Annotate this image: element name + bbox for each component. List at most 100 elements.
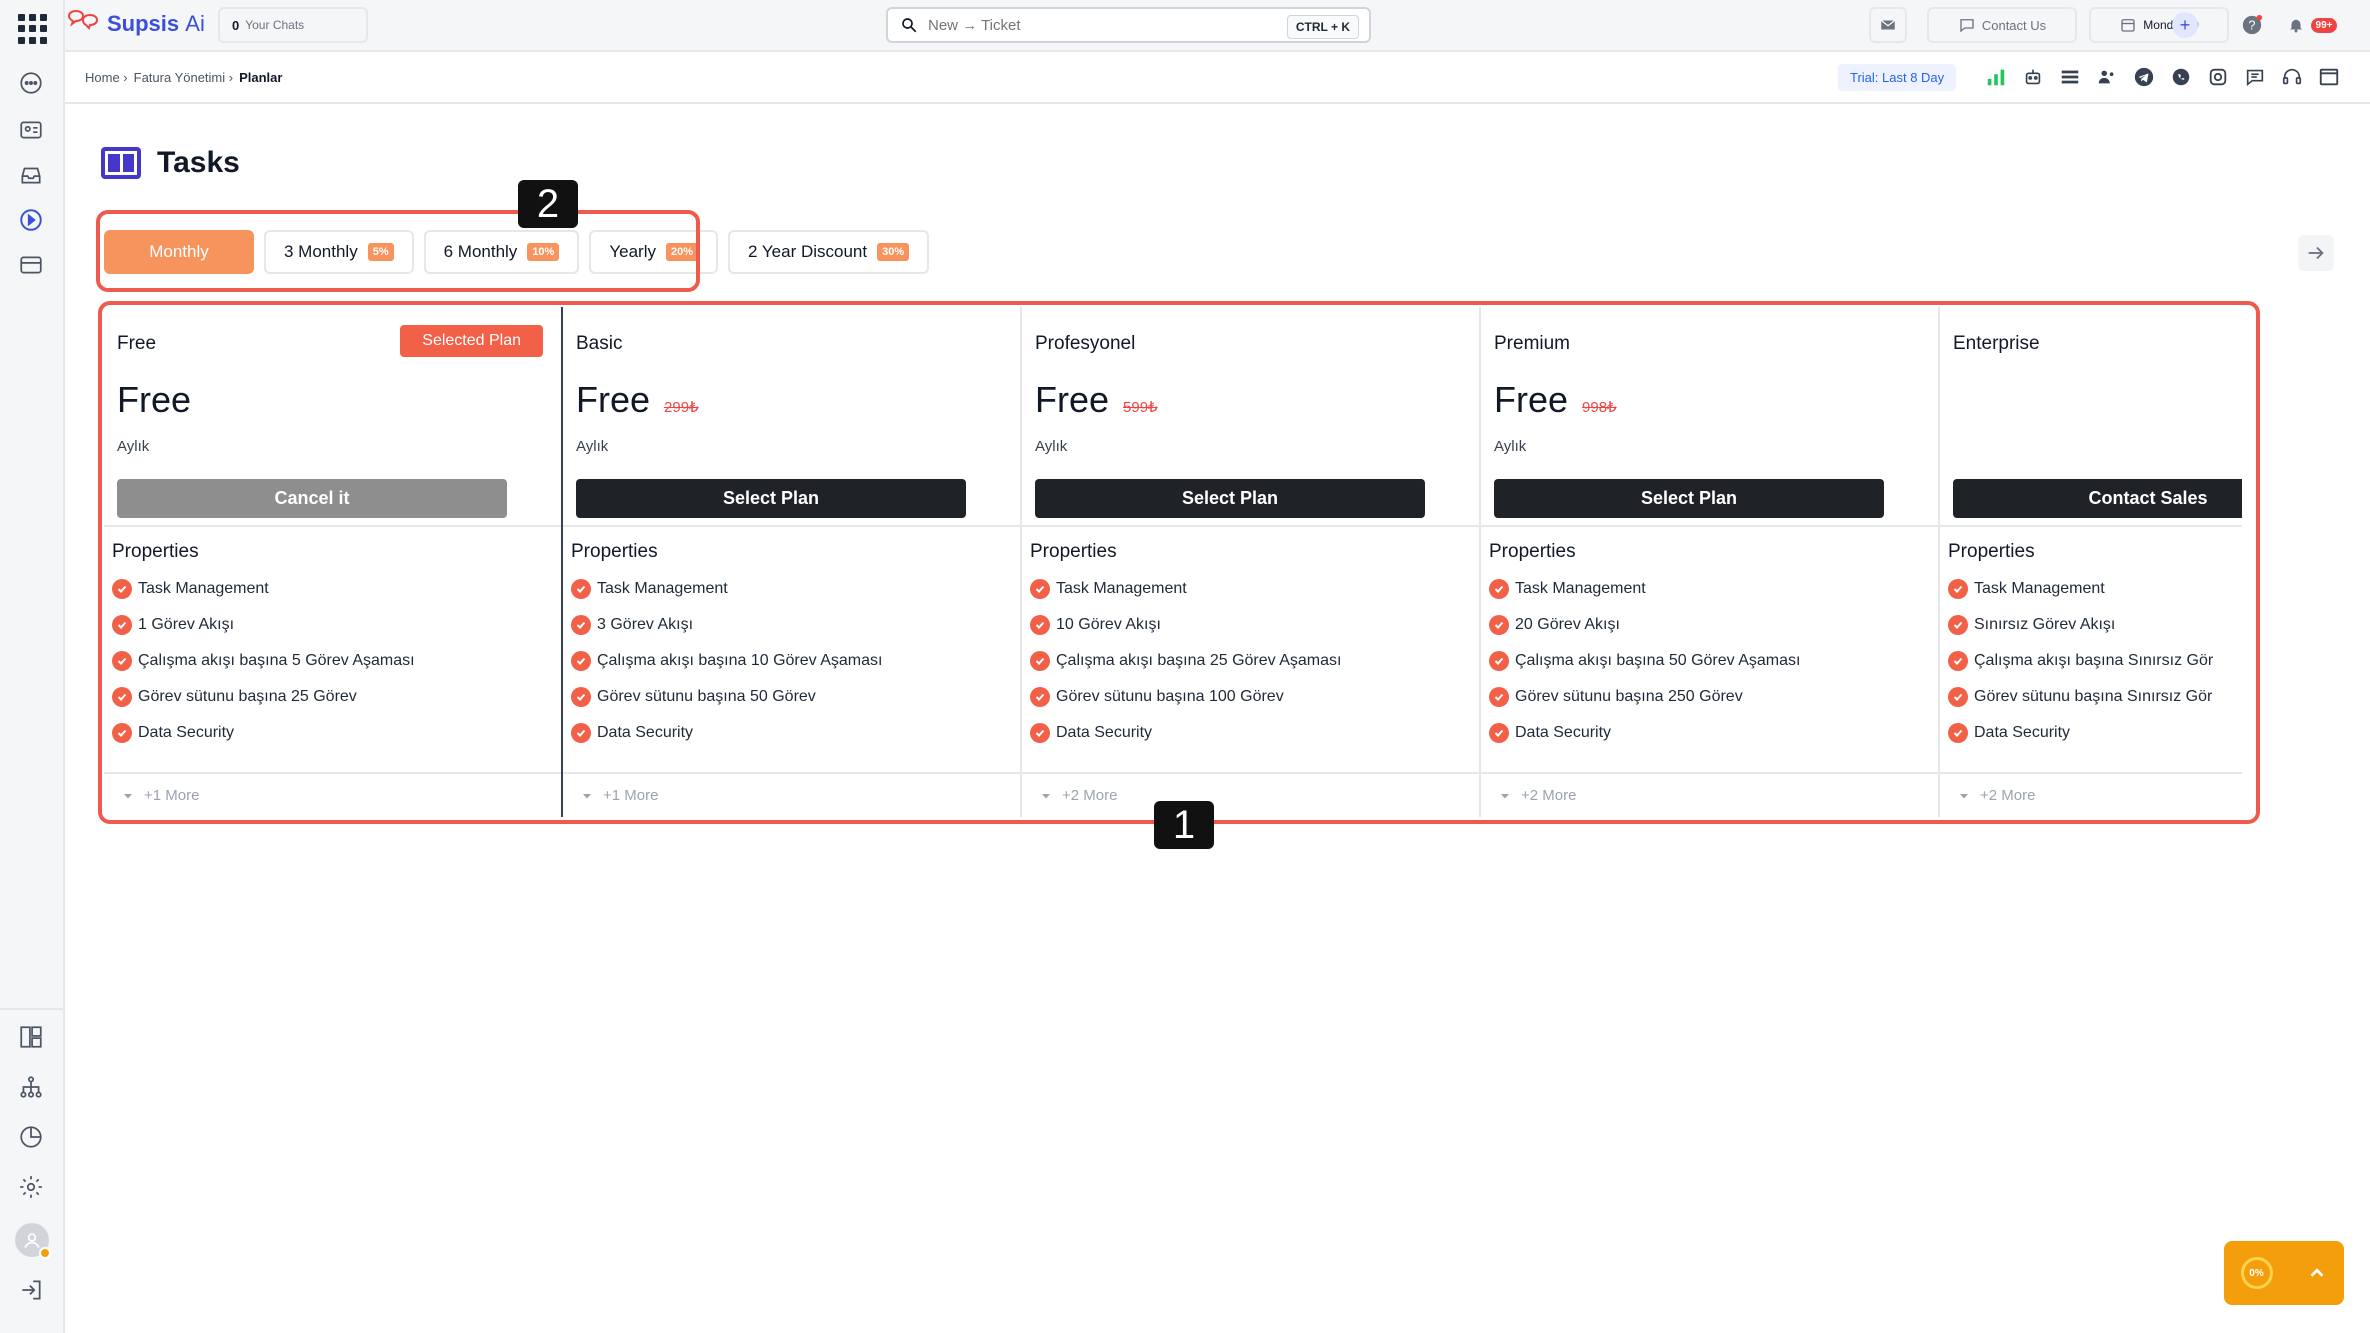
logout-icon[interactable]: [16, 1275, 46, 1305]
properties-heading: Properties: [1030, 541, 1117, 562]
calendar-button[interactable]: Monday 9: [2089, 7, 2229, 43]
plan-card: Enterprise Contact Sales Properties Task…: [1940, 307, 2242, 817]
discount-badge: 30%: [877, 243, 910, 261]
channel-icons: [1983, 64, 2342, 90]
breadcrumb-current: Planlar: [239, 70, 283, 85]
chevron-up-icon[interactable]: [2306, 1262, 2328, 1284]
chat-icon[interactable]: [16, 68, 46, 98]
discount-badge: 10%: [527, 243, 560, 261]
check-icon: [1948, 723, 1968, 743]
app-name: Supsis Ai: [107, 11, 205, 36]
trial-badge[interactable]: Trial: Last 8 Day: [1838, 64, 1957, 91]
properties-heading: Properties: [1948, 541, 2035, 562]
breadcrumb-home[interactable]: Home ›: [85, 70, 128, 85]
window-icon[interactable]: [2316, 64, 2342, 90]
plan-property: Görev sütunu başına 250 Görev: [1489, 679, 1930, 715]
plan-header: Free Selected Plan Free Aylık Cancel it: [104, 307, 561, 527]
bot-icon[interactable]: [2020, 64, 2046, 90]
scroll-right-button[interactable]: [2298, 235, 2334, 271]
bell-icon: [2289, 19, 2302, 33]
sms-icon[interactable]: [2242, 64, 2268, 90]
page-title: Tasks: [157, 146, 240, 179]
mail-icon[interactable]: [1869, 7, 1907, 43]
signal-bars-icon[interactable]: [1983, 64, 2009, 90]
support-headset-icon[interactable]: [2279, 64, 2305, 90]
notifications-badge: 99+: [2310, 17, 2338, 33]
property-label: Data Security: [138, 724, 235, 741]
notifications-button[interactable]: 99+: [2277, 7, 2347, 43]
app-logo[interactable]: Supsis Ai: [65, 10, 205, 38]
tab-label: 3 Monthly: [284, 242, 358, 261]
property-label: Sınırsız Görev Akışı: [1974, 616, 2116, 633]
check-icon: [571, 615, 591, 635]
contacts-icon[interactable]: [16, 115, 46, 145]
select-plan-button[interactable]: Select Plan: [1494, 479, 1884, 518]
search-input[interactable]: [928, 16, 1258, 34]
show-more-toggle[interactable]: +2 More: [1022, 772, 1479, 817]
property-label: Görev sütunu başına 250 Görev: [1515, 688, 1743, 705]
org-chart-icon[interactable]: [16, 1072, 46, 1102]
plan-property: Görev sütunu başına Sınırsız Gör: [1948, 679, 2242, 715]
layout-icon[interactable]: [16, 1022, 46, 1052]
team-icon[interactable]: [2094, 64, 2120, 90]
check-icon: [1030, 723, 1050, 743]
whatsapp-icon[interactable]: [2168, 64, 2194, 90]
settings-gear-icon[interactable]: [16, 1172, 46, 1202]
tab-6-monthly[interactable]: 6 Monthly 10%: [423, 230, 580, 274]
add-event-icon[interactable]: +: [2172, 12, 2198, 38]
progress-ring: 0%: [2240, 1257, 2273, 1289]
apps-grid-icon[interactable]: [18, 14, 48, 44]
avatar[interactable]: [15, 1223, 51, 1259]
list-icon[interactable]: [2057, 64, 2083, 90]
property-label: Görev sütunu başına 25 Görev: [138, 688, 357, 705]
contact-us-label: Contact Us: [1981, 17, 2047, 33]
plan-property: Task Management: [1030, 571, 1471, 607]
show-more-toggle[interactable]: +2 More: [1940, 772, 2242, 817]
your-chats-counter[interactable]: 0 Your Chats: [218, 7, 368, 43]
property-label: 20 Görev Akışı: [1515, 616, 1620, 633]
plan-price: Free: [117, 379, 191, 421]
plan-property: 10 Görev Akışı: [1030, 607, 1471, 643]
tasks-board-icon: [101, 147, 141, 179]
contact-us-button[interactable]: Contact Us: [1927, 7, 2077, 43]
tab-monthly[interactable]: Monthly: [104, 230, 254, 274]
more-label: +2 More: [1062, 787, 1118, 804]
plan-period: Aylık: [1035, 438, 1068, 455]
check-icon: [571, 579, 591, 599]
plan-card: Profesyonel Free 599₺ Aylık Select Plan …: [1022, 307, 1481, 817]
show-more-toggle[interactable]: +2 More: [1481, 772, 1938, 817]
show-more-toggle[interactable]: +1 More: [104, 772, 561, 817]
plan-property: Task Management: [112, 571, 553, 607]
help-icon[interactable]: ?: [2235, 7, 2269, 43]
tab-3-monthly[interactable]: 3 Monthly 5%: [264, 230, 414, 274]
contact-sales-button[interactable]: Contact Sales: [1953, 479, 2242, 518]
breadcrumb-billing[interactable]: Fatura Yönetimi ›: [134, 70, 233, 85]
svg-text:?: ?: [2248, 18, 2255, 33]
property-label: Çalışma akışı başına 10 Görev Aşaması: [597, 652, 883, 669]
play-circle-icon[interactable]: [16, 205, 46, 235]
instagram-icon[interactable]: [2205, 64, 2231, 90]
tab-2-year[interactable]: 2 Year Discount 30%: [728, 230, 930, 274]
reports-pie-icon[interactable]: [16, 1122, 46, 1152]
sidebar-divider: [0, 1008, 65, 1010]
plan-property: 1 Görev Akışı: [112, 607, 553, 643]
table-icon[interactable]: [16, 250, 46, 280]
inbox-icon[interactable]: [16, 160, 46, 190]
logo-mark-icon: [67, 10, 99, 30]
select-plan-button[interactable]: Select Plan: [1035, 479, 1425, 518]
tab-yearly[interactable]: Yearly 20%: [589, 230, 719, 274]
discount-badge: 20%: [665, 243, 699, 261]
page-header: Tasks: [101, 146, 240, 180]
check-icon: [571, 687, 591, 707]
show-more-toggle[interactable]: +1 More: [563, 772, 1020, 817]
billing-period-tabs: Monthly 3 Monthly 5% 6 Monthly 10% Yearl…: [104, 230, 930, 274]
plan-property: Data Security: [1030, 715, 1471, 751]
tab-label: Monthly: [149, 242, 209, 261]
cancel-plan-button[interactable]: Cancel it: [117, 479, 507, 518]
telegram-icon[interactable]: [2131, 64, 2157, 90]
plan-property: 20 Görev Akışı: [1489, 607, 1930, 643]
floating-widget[interactable]: 0%: [2224, 1241, 2344, 1305]
check-icon: [571, 723, 591, 743]
search-box[interactable]: CTRL + K: [886, 7, 1371, 43]
select-plan-button[interactable]: Select Plan: [576, 479, 966, 518]
